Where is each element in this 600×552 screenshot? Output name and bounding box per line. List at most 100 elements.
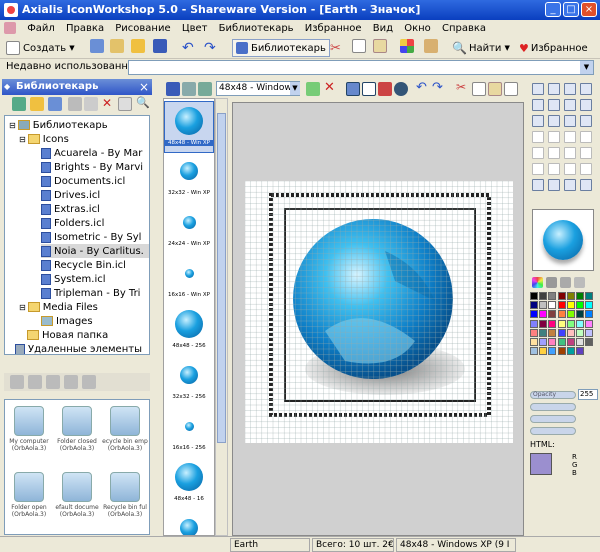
scrollbar-thumb[interactable] — [217, 113, 226, 443]
palette-tool-icon[interactable] — [546, 277, 557, 288]
menu-edit[interactable]: Правка — [62, 23, 108, 34]
color-swatch[interactable] — [557, 319, 566, 328]
thumb-tool-icon[interactable] — [46, 375, 60, 389]
color-swatch[interactable] — [548, 347, 557, 356]
menu-color[interactable]: Цвет — [178, 23, 212, 34]
opacity-slider[interactable]: Opacity — [530, 391, 576, 399]
format-item[interactable]: 32x32 - Win XP — [164, 152, 214, 204]
color-wheel-icon[interactable] — [532, 277, 543, 288]
formats-scrollbar[interactable] — [215, 98, 228, 536]
color-swatch[interactable] — [557, 301, 566, 310]
tree-node-file[interactable]: Isometric - By Syl — [41, 230, 141, 244]
color-swatch[interactable] — [530, 319, 538, 328]
color-swatch[interactable] — [539, 347, 548, 356]
menu-librarian[interactable]: Библиотекарь — [215, 23, 298, 34]
tree-node-root[interactable]: ⊟ Библиотекарь — [9, 118, 108, 132]
color-swatch[interactable] — [548, 338, 557, 346]
find-button[interactable]: 🔍 Найти ▼ — [452, 39, 510, 57]
red-slider[interactable] — [530, 403, 576, 411]
color-swatch[interactable] — [557, 347, 566, 356]
search-icon[interactable]: 🔍 — [136, 96, 150, 109]
thumbnail-item[interactable]: Folder open (OrbAola.3) — [5, 470, 53, 532]
thumb-tool-icon[interactable] — [28, 375, 42, 389]
favorites-button[interactable]: ♥ Избранное — [519, 39, 588, 57]
tree-node-trash[interactable]: Удаленные элементы — [15, 342, 142, 354]
color-swatch[interactable] — [585, 292, 594, 300]
fill-icon[interactable] — [548, 99, 560, 111]
thumbnail-item[interactable]: ecycle bin emp (OrbAola.3) — [101, 404, 149, 466]
pixel-canvas[interactable] — [244, 180, 513, 443]
maximize-button[interactable]: □ — [563, 2, 579, 17]
tree-node-icons[interactable]: ⊟ Icons — [19, 132, 69, 146]
color-swatch[interactable] — [566, 319, 575, 328]
new-image-icon[interactable] — [504, 82, 518, 96]
format-icon[interactable] — [182, 82, 196, 96]
dot-icon[interactable] — [548, 163, 560, 175]
ellipse-icon[interactable] — [564, 115, 576, 127]
color-swatch[interactable] — [539, 319, 548, 328]
thumbnail-item[interactable]: My computer (OrbAola.3) — [5, 404, 53, 466]
magnet-icon[interactable] — [580, 179, 592, 191]
tree-node-file[interactable]: Recycle Bin.icl — [41, 258, 126, 272]
color-swatch[interactable] — [530, 301, 538, 310]
tree-node-images[interactable]: Images — [41, 314, 93, 328]
dot-icon[interactable] — [580, 131, 592, 143]
flip-h-icon[interactable] — [532, 179, 544, 191]
up-icon[interactable] — [12, 97, 26, 111]
menu-favorites[interactable]: Избранное — [301, 23, 366, 34]
copy-icon[interactable] — [352, 39, 366, 53]
size-select[interactable]: 48x48 - Windows — [216, 81, 300, 96]
dot-icon[interactable] — [532, 163, 544, 175]
select-icon[interactable] — [548, 83, 560, 95]
color-swatch[interactable] — [585, 338, 594, 346]
browse-icon[interactable] — [110, 39, 124, 53]
tree-node-file[interactable]: Acuarela - By Mar — [41, 146, 142, 160]
thumbnail-item[interactable]: Folder closed (OrbAola.3) — [53, 404, 101, 466]
filled-rect-icon[interactable] — [548, 115, 560, 127]
menu-window[interactable]: Окно — [400, 23, 435, 34]
tree-node-file[interactable]: Folders.icl — [41, 216, 104, 230]
paste-icon[interactable] — [488, 82, 502, 96]
color-swatch[interactable] — [585, 328, 594, 337]
color-swatch[interactable] — [548, 301, 557, 310]
new-folder-icon[interactable] — [30, 97, 44, 111]
copy-icon[interactable] — [84, 97, 98, 111]
thumb-tool-icon[interactable] — [82, 375, 96, 389]
thumbnail-item[interactable]: Recycle bin ful (OrbAola.3) — [101, 470, 149, 532]
new-library-icon[interactable] — [48, 97, 62, 111]
palette-tool-icon[interactable] — [574, 277, 585, 288]
rect-icon[interactable] — [532, 115, 544, 127]
format-item[interactable]: 48x48 - Win XP — [164, 101, 214, 153]
format-item[interactable]: 24x24 - Win XP — [164, 203, 214, 255]
dot-icon[interactable] — [532, 131, 544, 143]
delete-format-icon[interactable]: ✕ — [324, 80, 335, 95]
color-swatch[interactable] — [539, 328, 548, 337]
package-icon[interactable] — [424, 39, 438, 53]
color-swatch[interactable] — [566, 301, 575, 310]
grid-icon[interactable] — [362, 82, 376, 96]
color-swatch[interactable] — [576, 347, 584, 356]
color-swatch[interactable] — [585, 319, 594, 328]
librarian-button[interactable]: Библиотекарь — [232, 39, 330, 57]
palette-tool-icon[interactable] — [560, 277, 571, 288]
color-swatch[interactable] — [539, 292, 548, 300]
tree-node-media[interactable]: ⊟ Media Files — [19, 300, 98, 314]
dot-icon[interactable] — [580, 163, 592, 175]
color-swatch[interactable] — [566, 310, 575, 319]
color-swatch[interactable] — [576, 338, 584, 346]
save-icon[interactable] — [153, 39, 167, 53]
color-swatch[interactable] — [585, 301, 594, 310]
dot-icon[interactable] — [564, 163, 576, 175]
redo-icon[interactable]: ↷ — [432, 80, 443, 95]
menu-help[interactable]: Справка — [438, 23, 490, 34]
menu-draw[interactable]: Рисование — [111, 23, 174, 34]
format-item[interactable]: 48x48 - 256 — [164, 305, 214, 357]
paste-icon[interactable] — [373, 39, 387, 53]
save-icon[interactable] — [166, 82, 180, 96]
pencil-icon[interactable] — [532, 99, 544, 111]
create-button[interactable]: Создать ▼ — [6, 39, 75, 57]
format-item[interactable]: 16x16 - 256 — [164, 407, 214, 459]
windows-icon[interactable] — [400, 39, 414, 53]
color-swatch[interactable] — [585, 310, 594, 319]
primary-color-swatch[interactable] — [530, 453, 552, 475]
